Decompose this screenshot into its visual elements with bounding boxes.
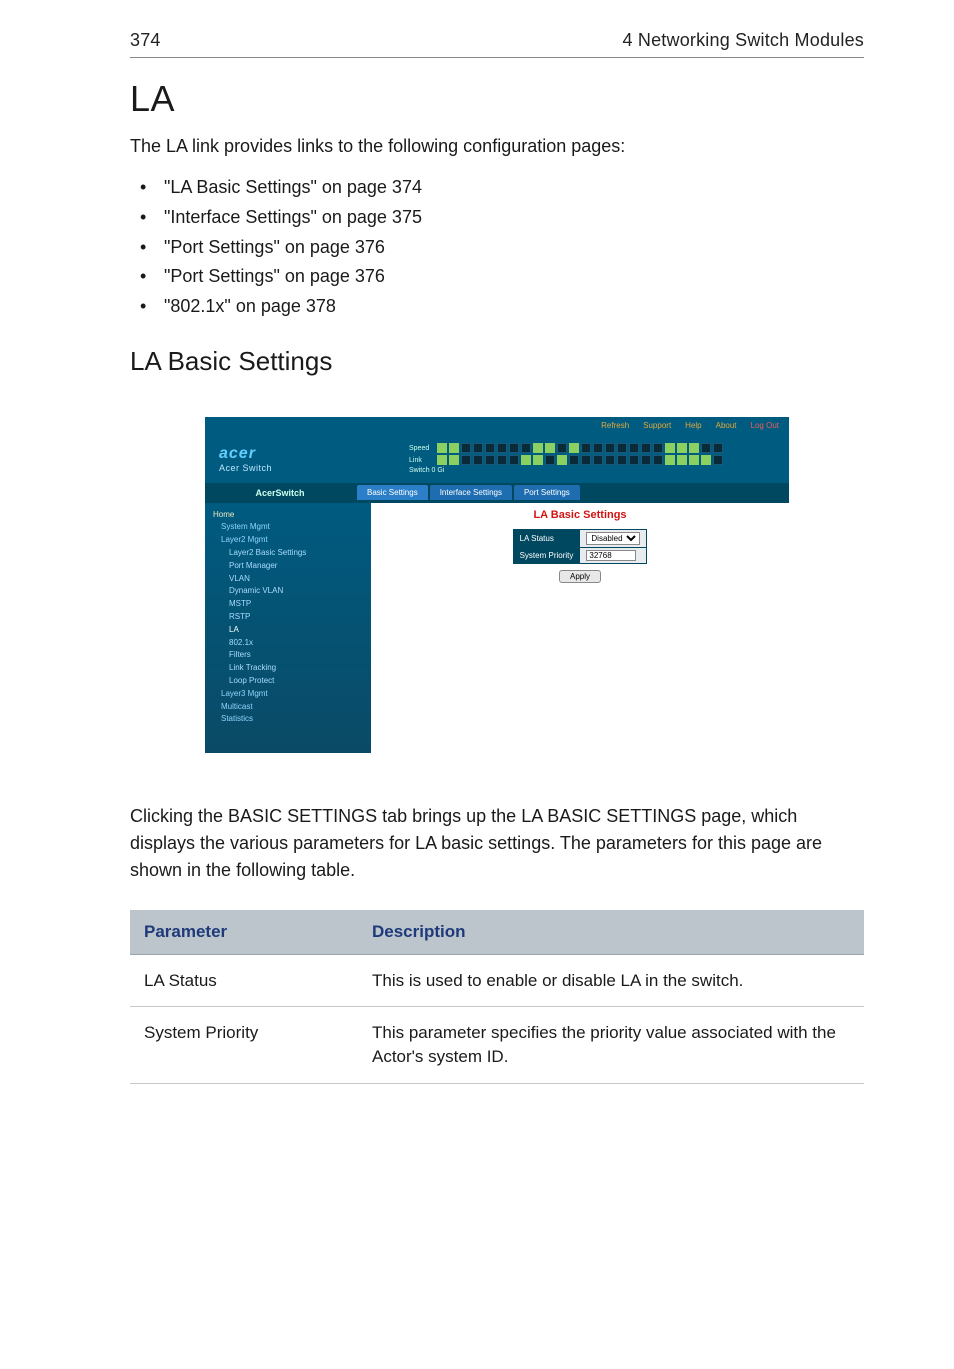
- nav-item-mstp[interactable]: MSTP: [213, 598, 363, 611]
- nav-item-multicast[interactable]: Multicast: [213, 701, 363, 714]
- screenshot-header: acer Acer Switch Speed Link Switch 0 Gi: [205, 435, 789, 483]
- tab-basic-settings[interactable]: Basic Settings: [357, 485, 428, 500]
- la-status-select[interactable]: Disabled: [586, 532, 640, 545]
- topbar-logout[interactable]: Log Out: [751, 421, 779, 430]
- tab-interface-settings[interactable]: Interface Settings: [430, 485, 512, 500]
- chapter-title: 4 Networking Switch Modules: [622, 30, 864, 51]
- content-panel: LA Basic Settings LA Status Disabled Sys…: [371, 503, 789, 753]
- screenshot-topbar: Refresh Support Help About Log Out: [205, 417, 789, 435]
- nav-item-802-1x[interactable]: 802.1x: [213, 637, 363, 650]
- list-item: "Port Settings" on page 376: [130, 233, 864, 263]
- topbar-refresh[interactable]: Refresh: [601, 421, 629, 430]
- nav-tree: Home System Mgmt Layer2 Mgmt Layer2 Basi…: [205, 503, 371, 753]
- topbar-about[interactable]: About: [716, 421, 737, 430]
- column-header-description: Description: [358, 910, 864, 955]
- content-title: LA Basic Settings: [533, 509, 626, 521]
- param-cell: System Priority: [130, 1007, 358, 1084]
- form-label-system-priority: System Priority: [513, 547, 580, 563]
- nav-item-home[interactable]: Home: [213, 509, 363, 522]
- list-item: "Interface Settings" on page 375: [130, 203, 864, 233]
- nav-item-dynamic-vlan[interactable]: Dynamic VLAN: [213, 585, 363, 598]
- nav-item-l2-basic[interactable]: Layer2 Basic Settings: [213, 547, 363, 560]
- page-title: LA: [130, 78, 864, 120]
- list-item: "LA Basic Settings" on page 374: [130, 173, 864, 203]
- parameter-table: Parameter Description LA Status This is …: [130, 910, 864, 1084]
- nav-item-link-tracking[interactable]: Link Tracking: [213, 662, 363, 675]
- nav-item-port-manager[interactable]: Port Manager: [213, 560, 363, 573]
- port-status-grid: Speed Link Switch 0 Gi: [409, 443, 723, 474]
- smallcaps-basic-settings: BASIC SETTINGS: [228, 806, 377, 826]
- smallcaps-la-basic-settings: LA BASIC SETTINGS: [521, 806, 696, 826]
- running-header: 374 4 Networking Switch Modules: [130, 30, 864, 51]
- nav-item-la[interactable]: LA: [213, 624, 363, 637]
- nav-item-vlan[interactable]: VLAN: [213, 573, 363, 586]
- port-row-label: Switch 0 Gi: [409, 467, 461, 474]
- topbar-help[interactable]: Help: [685, 421, 701, 430]
- page-number: 374: [130, 30, 161, 51]
- subsection-title: LA Basic Settings: [130, 346, 864, 377]
- brand: acer Acer Switch: [205, 445, 369, 473]
- intro-paragraph: The LA link provides links to the follow…: [130, 134, 864, 159]
- desc-cell: This is used to enable or disable LA in …: [358, 954, 864, 1007]
- nav-panel-title: AcerSwitch: [205, 488, 355, 498]
- nav-item-rstp[interactable]: RSTP: [213, 611, 363, 624]
- header-rule: [130, 57, 864, 58]
- apply-button[interactable]: Apply: [559, 570, 601, 583]
- settings-form: LA Status Disabled System Priority: [513, 529, 648, 564]
- system-priority-input[interactable]: [586, 550, 636, 561]
- link-list: "LA Basic Settings" on page 374 "Interfa…: [130, 173, 864, 321]
- column-header-parameter: Parameter: [130, 910, 358, 955]
- nav-item-statistics[interactable]: Statistics: [213, 713, 363, 726]
- tab-port-settings[interactable]: Port Settings: [514, 485, 580, 500]
- topbar-support[interactable]: Support: [643, 421, 671, 430]
- nav-item-loop-protect[interactable]: Loop Protect: [213, 675, 363, 688]
- nav-item-filters[interactable]: Filters: [213, 649, 363, 662]
- nav-item-layer2-mgmt[interactable]: Layer2 Mgmt: [213, 534, 363, 547]
- desc-cell: This parameter specifies the priority va…: [358, 1007, 864, 1084]
- port-row-label: Link: [409, 457, 435, 464]
- screenshot-tabstrip: AcerSwitch Basic Settings Interface Sett…: [205, 483, 789, 503]
- brand-sub: Acer Switch: [219, 463, 369, 473]
- form-label-la-status: LA Status: [513, 529, 580, 547]
- table-row: LA Status This is used to enable or disa…: [130, 954, 864, 1007]
- figure-caption-paragraph: Clicking the BASIC SETTINGS tab brings u…: [130, 803, 864, 884]
- embedded-screenshot: Refresh Support Help About Log Out acer …: [205, 417, 789, 753]
- param-cell: LA Status: [130, 954, 358, 1007]
- nav-item-system-mgmt[interactable]: System Mgmt: [213, 521, 363, 534]
- nav-item-layer3-mgmt[interactable]: Layer3 Mgmt: [213, 688, 363, 701]
- brand-title: acer: [219, 445, 369, 463]
- table-row: System Priority This parameter specifies…: [130, 1007, 864, 1084]
- list-item: "Port Settings" on page 376: [130, 262, 864, 292]
- list-item: "802.1x" on page 378: [130, 292, 864, 322]
- port-row-label: Speed: [409, 445, 435, 452]
